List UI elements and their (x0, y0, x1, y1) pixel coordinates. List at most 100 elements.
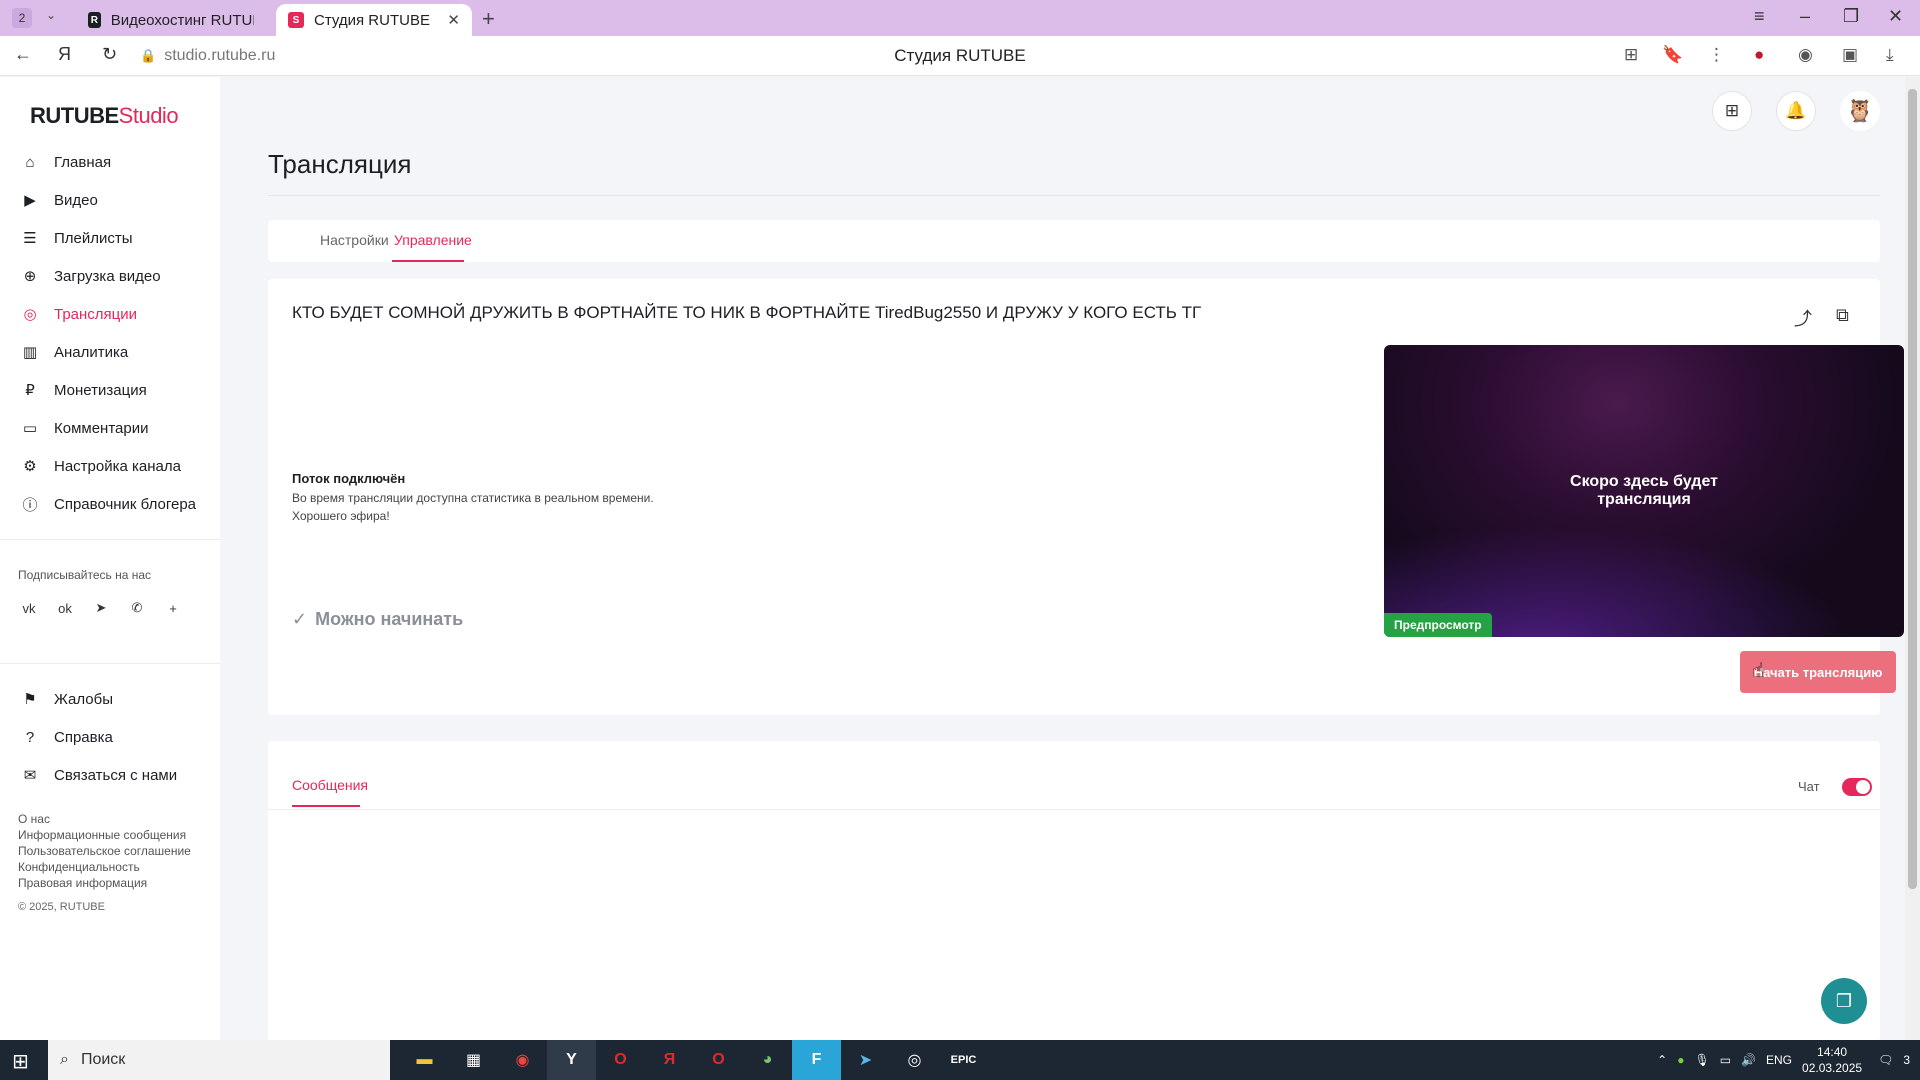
ready-status: ✓ Можно начинать (292, 609, 463, 630)
tab-messages[interactable]: Сообщения (292, 777, 368, 793)
tab-count-badge[interactable]: 2 (12, 8, 32, 28)
tab-settings[interactable]: Настройки (320, 232, 389, 248)
flag-icon: ⚑ (23, 691, 37, 708)
sidebar-item-channel-settings[interactable]: ⚙ Настройка канала (0, 447, 220, 485)
plus-icon[interactable]: + (162, 597, 184, 619)
yandex-icon[interactable]: Я (645, 1040, 694, 1080)
chat-toggle-label: Чат (1798, 779, 1820, 794)
external-link-icon[interactable]: ⧉ (1836, 305, 1849, 326)
sidebar-divider (0, 663, 220, 664)
opera-gx-icon[interactable]: O (694, 1040, 743, 1080)
telegram-icon[interactable]: ➤ (90, 597, 112, 619)
notifications-count: 3 (1903, 1053, 1910, 1067)
footer-link[interactable]: Конфиденциальность (18, 859, 191, 875)
notifications-icon[interactable]: 🗨 (1878, 1053, 1893, 1067)
sidebar-item-label: Главная (54, 153, 112, 171)
clock-time: 14:40 (1817, 1045, 1848, 1059)
sidebar-item-label: Аналитика (54, 343, 129, 361)
tray-app-icon[interactable]: ● (1677, 1053, 1684, 1067)
f-app-icon[interactable]: F (792, 1040, 841, 1080)
close-icon[interactable]: ✕ (447, 11, 460, 29)
sidebar-item-contact[interactable]: ✉ Связаться с нами (0, 756, 220, 794)
taskbar-search[interactable]: ⌕ Поиск (48, 1040, 390, 1080)
sidebar-item-monetization[interactable]: ₽ Монетизация (0, 371, 220, 409)
network-icon[interactable]: ▭ (1720, 1053, 1731, 1067)
footer-link[interactable]: Информационные сообщения (18, 827, 191, 843)
chat-toggle[interactable] (1842, 778, 1872, 796)
sidebar-item-playlists[interactable]: ☰ Плейлисты (0, 219, 220, 257)
obs-icon[interactable]: ◎ (890, 1040, 939, 1080)
system-tray: ⌃ ● 🎙 ▭ 🔊 ENG 14:40 02.03.2025 🗨 3 (1657, 1040, 1920, 1080)
volume-icon[interactable]: 🔊 (1741, 1053, 1756, 1067)
sub-tabs: Настройки Управление (268, 220, 1880, 262)
avatar[interactable]: 🦉 (1840, 91, 1880, 131)
microphone-icon[interactable]: 🎙 (1694, 1053, 1709, 1067)
vk-icon[interactable]: vk (18, 597, 40, 619)
social-links: vk ok ➤ ✆ + (18, 597, 184, 619)
store-icon[interactable]: ▦ (449, 1040, 498, 1080)
opera-icon[interactable]: O (596, 1040, 645, 1080)
share-icon[interactable]: ⤴ (1794, 305, 1812, 331)
sidebar-item-video[interactable]: ▶ Видео (0, 181, 220, 219)
color-app-icon[interactable]: ◕ (743, 1040, 792, 1080)
viber-icon[interactable]: ✆ (126, 597, 148, 619)
windows-start-icon[interactable]: ⊞ (12, 1049, 29, 1074)
sidebar-item-blogger-guide[interactable]: ⓘ Справочник блогера (0, 485, 220, 523)
footer-link[interactable]: Правовая информация (18, 875, 191, 891)
sidebar-item-home[interactable]: ⌂ Главная (0, 143, 220, 181)
sidebar-item-label: Справка (54, 728, 113, 746)
logo-studio: Studio (118, 103, 179, 128)
studio-favicon-icon: S (288, 12, 304, 28)
language-indicator[interactable]: ENG (1766, 1053, 1792, 1067)
video-icon: ▶ (24, 192, 36, 209)
sidebar-item-analytics[interactable]: ▥ Аналитика (0, 333, 220, 371)
sidebar-divider (0, 539, 220, 540)
main-content: ⊞ 🔔 🦉 Трансляция Настройки Управление КТ… (220, 77, 1904, 1041)
tray-chevron-icon[interactable]: ⌃ (1657, 1053, 1667, 1067)
close-window-icon[interactable]: ✕ (1888, 6, 1903, 27)
yandex-browser-icon[interactable]: Y (547, 1040, 596, 1080)
stream-status-line: Хорошего эфира! (292, 509, 390, 523)
sidebar-secondary-nav: ⚑ Жалобы ? Справка ✉ Связаться с нами (0, 680, 220, 794)
tab-management[interactable]: Управление (394, 232, 472, 248)
sidebar-item-upload[interactable]: ⊕ Загрузка видео (0, 257, 220, 295)
file-explorer-icon[interactable]: ▬ (400, 1040, 449, 1080)
page-scrollbar[interactable] (1905, 77, 1920, 1040)
sidebar-item-help[interactable]: ? Справка (0, 718, 220, 756)
info-icon: ⓘ (22, 496, 38, 514)
preview-text-line: Скоро здесь будет (1570, 473, 1718, 490)
support-chat-button[interactable]: ❐ (1821, 978, 1867, 1024)
sidebar-item-label: Справочник блогера (54, 495, 197, 513)
browser-tab-rutube[interactable]: R Видеохостинг RUTUBE. С (76, 4, 266, 36)
chrome-icon[interactable]: ◉ (498, 1040, 547, 1080)
browser-tabbar: 2 ⌄ R Видеохостинг RUTUBE. С S Студия RU… (0, 0, 1920, 36)
sidebar-item-broadcasts[interactable]: ◎ Трансляции (0, 295, 220, 333)
sidebar-item-label: Настройка канала (54, 457, 181, 475)
stream-preview[interactable]: Скоро здесь будет трансляция Предпросмот… (1384, 345, 1904, 637)
minimize-icon[interactable]: – (1800, 6, 1810, 27)
header-actions: ⊞ 🔔 🦉 (1712, 91, 1880, 131)
preview-placeholder-text: Скоро здесь будет трансляция (1384, 473, 1904, 509)
scrollbar-thumb[interactable] (1908, 89, 1917, 889)
rutube-studio-logo[interactable]: RUTUBEStudio (30, 103, 179, 129)
ok-icon[interactable]: ok (54, 597, 76, 619)
analytics-icon: ▥ (22, 344, 38, 361)
notifications-button[interactable]: 🔔 (1776, 91, 1816, 131)
new-tab-button[interactable]: + (482, 6, 495, 32)
add-content-button[interactable]: ⊞ (1712, 91, 1752, 131)
footer-link[interactable]: О нас (18, 811, 191, 827)
playlist-icon: ☰ (23, 230, 37, 247)
mail-icon: ✉ (23, 767, 37, 784)
clock[interactable]: 14:40 02.03.2025 (1802, 1044, 1862, 1076)
menu-icon[interactable]: ≡ (1754, 6, 1765, 27)
telegram-icon[interactable]: ➤ (841, 1040, 890, 1080)
sidebar-item-complaints[interactable]: ⚑ Жалобы (0, 680, 220, 718)
footer-link[interactable]: Пользовательское соглашение (18, 843, 191, 859)
help-icon: ? (25, 728, 35, 746)
browser-tab-studio[interactable]: S Студия RUTUBE ✕ (276, 4, 472, 36)
epic-games-icon[interactable]: EPIC (939, 1040, 988, 1080)
restore-icon[interactable]: ❐ (1843, 6, 1859, 27)
sidebar-item-comments[interactable]: ▭ Комментарии (0, 409, 220, 447)
chat-card: Сообщения Чат (268, 741, 1880, 1041)
chevron-down-icon[interactable]: ⌄ (46, 8, 56, 22)
